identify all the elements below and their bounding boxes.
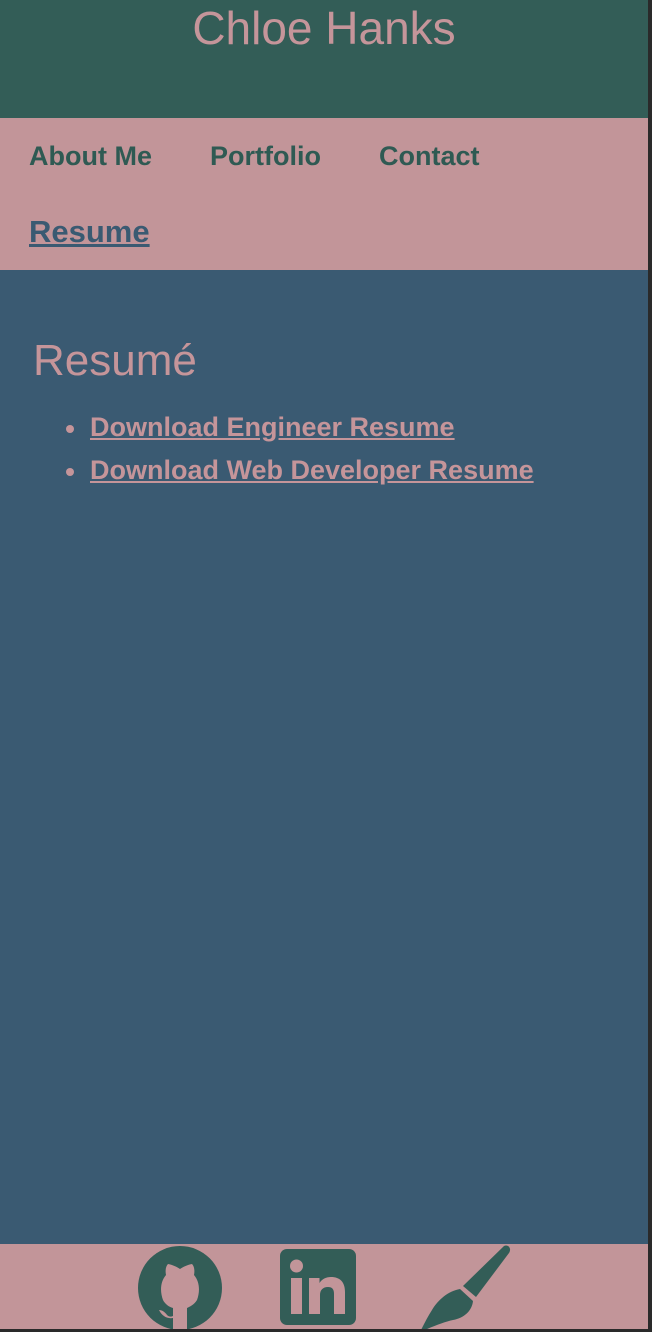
nav-link-contact[interactable]: Contact: [379, 141, 480, 172]
linkedin-icon: [280, 1249, 356, 1325]
download-engineer-resume-link[interactable]: Download Engineer Resume: [90, 412, 455, 443]
page: Chloe Hanks About Me Portfolio Contact R…: [0, 0, 648, 1329]
nav-link-portfolio[interactable]: Portfolio: [210, 141, 321, 172]
nav-link-resume[interactable]: Resume: [29, 214, 150, 250]
art-portfolio-link[interactable]: [418, 1244, 514, 1329]
section-title: Resumé: [33, 336, 197, 385]
window-edge: [648, 0, 652, 1332]
site-header: Chloe Hanks: [0, 0, 648, 118]
github-link[interactable]: [138, 1246, 222, 1329]
site-footer: [0, 1244, 648, 1329]
resume-download-list: Download Engineer Resume Download Web De…: [33, 406, 648, 492]
bullet-icon: [66, 467, 74, 476]
github-icon: [138, 1246, 222, 1329]
main-content: Resumé Download Engineer Resume Download…: [0, 270, 648, 492]
site-title: Chloe Hanks: [192, 2, 456, 54]
nav-row: About Me Portfolio Contact: [29, 137, 648, 175]
linkedin-link[interactable]: [280, 1249, 356, 1325]
paintbrush-icon: [421, 1245, 511, 1329]
nav-link-about-me[interactable]: About Me: [29, 141, 152, 172]
list-item: Download Web Developer Resume: [66, 449, 648, 492]
list-item: Download Engineer Resume: [66, 406, 648, 449]
nav-row: Resume: [29, 213, 648, 251]
download-web-developer-resume-link[interactable]: Download Web Developer Resume: [90, 455, 534, 486]
bullet-icon: [66, 424, 74, 433]
main-nav: About Me Portfolio Contact Resume: [0, 118, 648, 270]
